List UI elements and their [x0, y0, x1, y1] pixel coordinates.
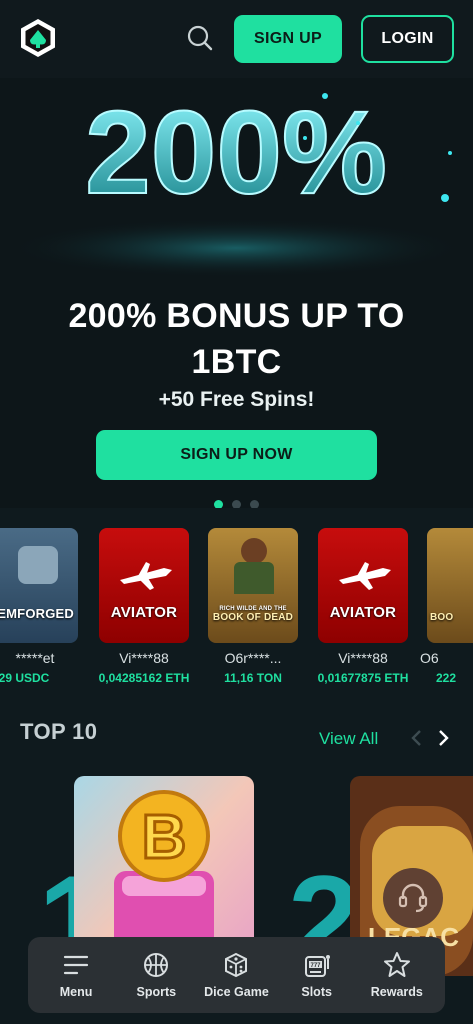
nav-item-dice-game[interactable]: Dice Game [197, 945, 275, 1005]
support-chat-button[interactable] [383, 868, 443, 928]
star-icon [383, 951, 411, 979]
win-card-game-tile[interactable]: EMFORGED [0, 528, 78, 643]
nav-label: Slots [301, 985, 332, 999]
recent-wins-strip: EMFORGED *****et 29 USDC AVIATOR Vi****8… [0, 528, 473, 688]
promo-banner[interactable]: 200% 200% BONUS UP TO 1BTC +50 Free Spin… [0, 78, 473, 508]
menu-icon [62, 951, 90, 979]
win-card-game-name: RICH WILDE AND THE BOOK OF DEAD [208, 606, 298, 623]
win-card-game-name: BOO [430, 612, 454, 623]
airplane-icon [120, 562, 172, 590]
nav-label: Sports [136, 985, 177, 999]
win-card-game-tile[interactable]: BOO [427, 528, 473, 643]
nav-item-sports[interactable]: Sports [117, 945, 195, 1005]
win-user: O6r****... [224, 650, 282, 666]
nav-item-rewards[interactable]: Rewards [358, 945, 436, 1005]
top-header: SIGN UP LOGIN [0, 0, 473, 78]
chevron-left-icon[interactable] [408, 727, 426, 749]
headset-icon [398, 883, 428, 913]
top10-heading: TOP 10 [20, 719, 98, 744]
svg-text:777: 777 [310, 963, 321, 969]
hero-subtitle: +50 Free Spins! [158, 388, 315, 411]
airplane-icon [339, 562, 391, 590]
chevron-right-icon[interactable] [434, 727, 452, 749]
slot-machine-icon: 777 [303, 951, 331, 979]
logo-icon[interactable] [18, 18, 58, 58]
nav-label: Menu [59, 985, 93, 999]
carousel-dot-2[interactable] [232, 500, 241, 508]
nav-item-menu[interactable]: Menu [37, 945, 115, 1005]
login-button[interactable]: LOGIN [361, 15, 454, 63]
view-all-link[interactable]: View All [319, 729, 378, 749]
hero-title: 200% BONUS UP TO 1BTC [0, 293, 473, 385]
win-card-game-name: AVIATOR [329, 604, 397, 621]
bottom-nav: Menu Sports Dice Game 777 Slots Rewards [28, 937, 445, 1013]
win-amount: 29 USDC [0, 671, 50, 685]
carousel-dot-3[interactable] [250, 500, 259, 508]
hero-art-text: 200% [85, 87, 387, 219]
hero-title-line2: 1BTC [191, 343, 282, 381]
dice-icon [222, 951, 250, 979]
nav-label: Rewards [370, 985, 423, 999]
search-icon[interactable] [186, 24, 214, 52]
carousel-dots [0, 500, 473, 508]
win-user: Vi****88 [119, 650, 169, 666]
win-amount: 0,04285162 ETH [98, 671, 190, 685]
basketball-icon [142, 951, 170, 979]
win-card-game-tile[interactable]: AVIATOR [318, 528, 408, 643]
signup-now-button[interactable]: SIGN UP NOW [96, 430, 377, 480]
win-amount: 222 [436, 671, 457, 685]
tile-letter: B [142, 803, 187, 872]
win-card-game-name: EMFORGED [0, 606, 74, 621]
win-card-game-name: AVIATOR [110, 604, 178, 621]
win-user: O6 [420, 650, 439, 666]
win-card-game-tile[interactable]: AVIATOR [99, 528, 189, 643]
win-amount: 0,01677875 ETH [317, 671, 409, 685]
nav-label: Dice Game [204, 985, 269, 999]
hero-200-percent-art: 200% [0, 78, 473, 278]
win-card-game-title: BOOK OF DEAD [212, 612, 294, 623]
win-amount: 11,16 TON [224, 671, 282, 685]
carousel-dot-1[interactable] [214, 500, 223, 508]
hero-title-line1: 200% BONUS UP TO [68, 297, 405, 335]
win-user: *****et [15, 650, 55, 666]
win-user: Vi****88 [338, 650, 388, 666]
signup-button[interactable]: SIGN UP [234, 15, 342, 63]
win-card-game-tile[interactable]: RICH WILDE AND THE BOOK OF DEAD [208, 528, 298, 643]
nav-item-slots[interactable]: 777 Slots [278, 945, 356, 1005]
